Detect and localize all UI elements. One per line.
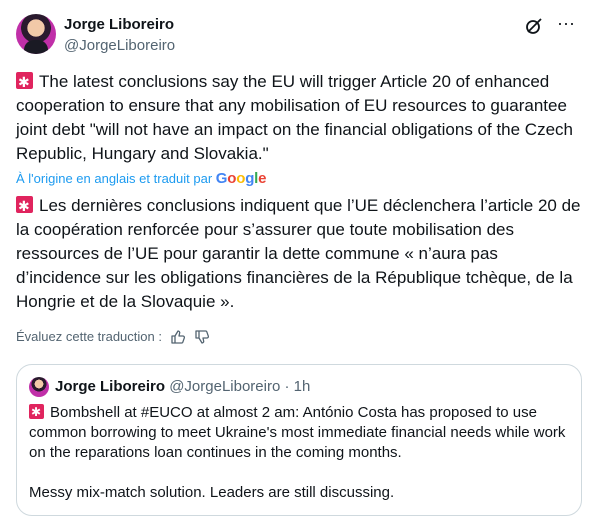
rate-translation-label: Évaluez cette traduction : [16,329,162,344]
more-icon[interactable]: ··· [556,14,576,36]
rotating-light-emoji-icon [29,402,44,422]
rotating-light-emoji-icon [16,70,33,94]
quoted-handle[interactable]: @JorgeLiboreiro [169,378,280,395]
quoted-time[interactable]: 1h [294,378,311,395]
quoted-header: Jorge Liboreiro @JorgeLiboreiro · 1h [55,377,310,397]
tweet-translated-text: Les dernières conclusions indiquent que … [16,194,582,314]
tweet-original-body: The latest conclusions say the EU will t… [16,72,573,163]
author-handle[interactable]: @JorgeLiboreiro [64,36,175,56]
translation-note-text[interactable]: À l'origine en anglais et traduit par [16,171,212,186]
google-logo-icon: Google [215,170,267,187]
rotating-light-emoji-icon [16,194,33,218]
quoted-text: Bombshell at #EUCO at almost 2 am: Antón… [29,402,569,503]
author-names[interactable]: Jorge Liboreiro @JorgeLiboreiro [64,15,175,56]
author-display-name[interactable]: Jorge Liboreiro [64,15,175,35]
quoted-text-1: Bombshell at #EUCO at almost 2 am: Antón… [29,404,566,461]
thumbs-down-icon[interactable] [194,329,210,345]
tweet-original-text: The latest conclusions say the EU will t… [16,70,582,166]
tweet-translated-body: Les dernières conclusions indiquent que … [16,196,581,311]
quoted-separator: · [284,378,290,395]
quoted-display-name[interactable]: Jorge Liboreiro [55,378,165,395]
grok-icon[interactable] [524,16,544,36]
rate-translation: Évaluez cette traduction : [16,328,210,346]
translation-note[interactable]: À l'origine en anglais et traduit par Go… [16,170,266,188]
quoted-tweet[interactable]: Jorge Liboreiro @JorgeLiboreiro · 1h Bom… [16,364,582,516]
thumbs-up-icon[interactable] [170,329,186,345]
quoted-paragraph-2: Messy mix-match solution. Leaders are st… [29,484,395,501]
quoted-paragraph-1: Bombshell at #EUCO at almost 2 am: Antón… [29,402,569,463]
tweet-header: Jorge Liboreiro @JorgeLiboreiro ··· [16,12,576,60]
avatar[interactable] [16,14,56,54]
quoted-avatar[interactable] [29,377,49,397]
